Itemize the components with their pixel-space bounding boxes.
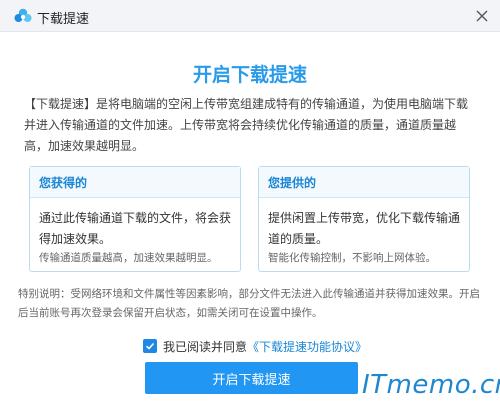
gain-card-title: 您获得的 (30, 167, 240, 198)
provide-card-footnote: 智能化传输控制，不影响上网体验。 (268, 252, 436, 264)
close-icon (476, 10, 488, 22)
gain-card: 您获得的 通过此传输通道下载的文件，将会获得加速效果。 传输通道质量越高，加速效… (29, 166, 241, 272)
agreement-label: 我已阅读并同意 (163, 339, 248, 354)
agreement-row: 我已阅读并同意 《下载提速功能协议》 (143, 338, 367, 354)
gain-card-footnote: 传输通道质量越高，加速效果越明显。 (39, 252, 218, 264)
provide-card: 您提供的 提供闲置上传带宽，优化下载传输通道的质量。 智能化传输控制，不影响上网… (258, 166, 470, 272)
special-note: 特别说明：受网络环境和文件属性等因素影响，部分文件无法进入此传输通道并获得加速效… (18, 288, 480, 319)
enable-speedup-button[interactable]: 开启下载提速 (145, 362, 358, 394)
cloud-icon (14, 8, 32, 22)
watermark: ITmemo.cn (362, 370, 500, 400)
feature-description: 【下载提速】是将电脑端的空闲上传带宽组建成特有的传输通道，为使用电脑端下载并进入… (24, 97, 469, 153)
close-button[interactable] (470, 4, 494, 28)
gain-card-body: 通过此传输通道下载的文件，将会获得加速效果。 (39, 211, 232, 246)
provide-card-title: 您提供的 (259, 167, 469, 198)
title-bar: 下载提速 (0, 0, 500, 32)
check-icon (145, 342, 155, 350)
window-title: 下载提速 (37, 12, 90, 27)
page-title: 开启下载提速 (192, 64, 307, 86)
agreement-checkbox[interactable] (143, 339, 157, 353)
provide-card-body: 提供闲置上传带宽，优化下载传输通道的质量。 (268, 211, 461, 246)
agreement-link[interactable]: 《下载提速功能协议》 (247, 338, 367, 355)
